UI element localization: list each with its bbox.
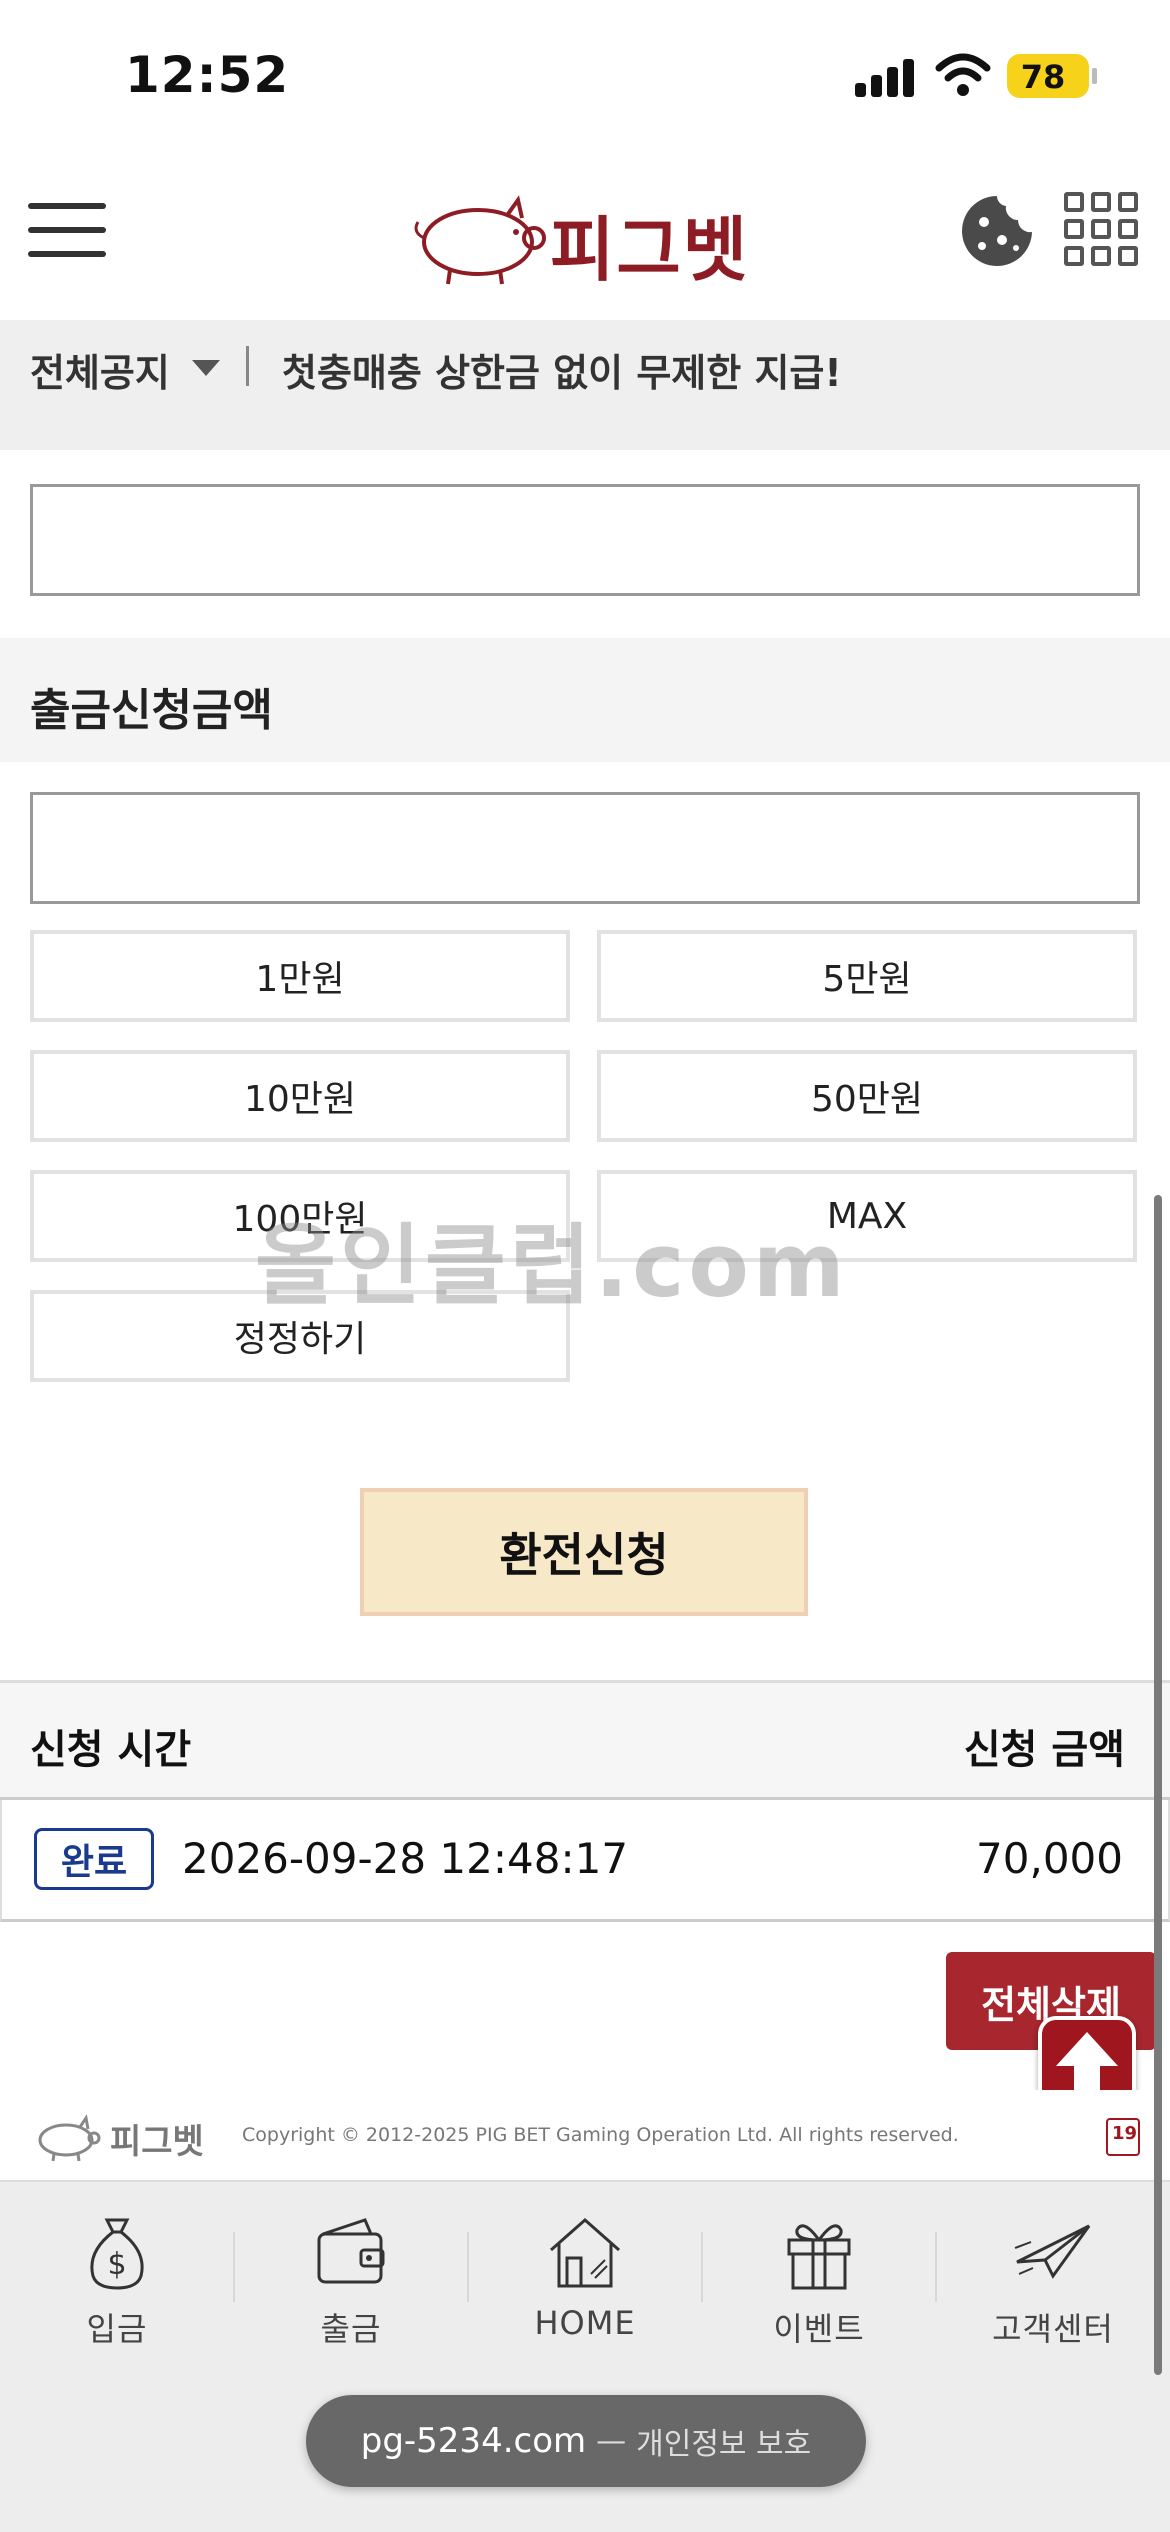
table-row: 완료 2026-09-28 12:48:17 70,000	[0, 1800, 1170, 1922]
wallet-icon	[317, 2218, 385, 2284]
nav-label: 입금	[86, 2310, 148, 2348]
caret-down-icon[interactable]	[192, 360, 220, 376]
pig-logo-icon	[414, 195, 546, 285]
privacy-note: 개인정보 보호	[636, 2427, 812, 2462]
notice-divider	[246, 346, 249, 386]
nav-deposit[interactable]: $ 입금	[0, 2212, 234, 2352]
age-badge-text: 19	[1112, 2123, 1138, 2144]
brand-name: 피그벳	[550, 209, 750, 291]
nav-support[interactable]: 고객센터	[936, 2212, 1170, 2352]
paper-plane-icon	[1014, 2224, 1091, 2279]
amount-section-header: 출금신청금액	[0, 638, 1170, 762]
cellular-signal-icon	[855, 57, 915, 97]
amount-50k-button[interactable]: 5만원	[597, 930, 1137, 1022]
column-header-amount: 신청 금액	[963, 1727, 1125, 1773]
gift-icon	[787, 2224, 851, 2290]
amount-10k-button[interactable]: 1만원	[30, 930, 570, 1022]
column-header-time: 신청 시간	[30, 1727, 192, 1773]
browser-url-bar[interactable]: pg-5234.com — 개인정보 보호	[306, 2395, 866, 2487]
nav-home[interactable]: HOME	[468, 2212, 702, 2352]
apps-grid-icon[interactable]	[1064, 192, 1140, 268]
footer-brand: 피그벳	[110, 2122, 204, 2162]
nav-label: 고객센터	[992, 2310, 1114, 2348]
copyright-text: Copyright © 2012-2025 PIG BET Gaming Ope…	[242, 2124, 959, 2146]
url-domain: pg-5234.com	[360, 2421, 587, 2461]
nav-events[interactable]: 이벤트	[702, 2212, 936, 2352]
request-amount: 70,000	[976, 1834, 1123, 1883]
notice-text: 첫충매충 상한금 없이 무제한 지급!	[282, 351, 842, 395]
money-bag-icon: $	[90, 2218, 144, 2290]
amount-section-title: 출금신청금액	[30, 685, 273, 736]
watermark: 올인클럽.com	[255, 1214, 849, 1317]
status-bar: 12:52 78	[0, 0, 1170, 150]
status-badge: 완료	[34, 1828, 154, 1890]
account-input[interactable]	[30, 484, 1140, 596]
site-footer: 피그벳 Copyright © 2012-2025 PIG BET Gaming…	[0, 2090, 1170, 2180]
status-time: 12:52	[125, 46, 290, 104]
amount-500k-button[interactable]: 50만원	[597, 1050, 1137, 1142]
battery-icon: 78	[1007, 54, 1097, 98]
nav-label: HOME	[534, 2304, 636, 2342]
url-separator: —	[596, 2423, 627, 2459]
amount-100k-button[interactable]: 10만원	[30, 1050, 570, 1142]
battery-level: 78	[1020, 58, 1066, 96]
menu-icon[interactable]	[28, 195, 106, 265]
nav-label: 이벤트	[773, 2310, 865, 2348]
age-restriction-icon: 19	[1106, 2118, 1140, 2156]
wifi-icon	[935, 53, 991, 96]
pig-logo-icon	[38, 2114, 101, 2162]
amount-input[interactable]	[30, 792, 1140, 904]
nav-label: 출금	[320, 2310, 382, 2348]
site-header: 피그벳	[0, 150, 1170, 320]
notice-bar[interactable]: 전체공지 첫충매충 상한금 없이 무제한 지급!	[0, 320, 1170, 450]
house-icon	[550, 2217, 620, 2288]
scrollbar[interactable]	[1154, 1195, 1162, 2375]
footer-logo: 피그벳	[30, 2112, 210, 2162]
table-header: 신청 시간 신청 금액	[0, 1680, 1170, 1800]
notice-label: 전체공지	[30, 351, 170, 395]
withdraw-submit-button[interactable]: 환전신청	[360, 1488, 808, 1616]
nav-withdraw[interactable]: 출금	[234, 2212, 468, 2352]
site-logo[interactable]: 피그벳	[400, 180, 770, 291]
cookie-icon[interactable]	[958, 192, 1036, 270]
request-time: 2026-09-28 12:48:17	[182, 1834, 629, 1883]
svg-text:$: $	[107, 2247, 126, 2282]
